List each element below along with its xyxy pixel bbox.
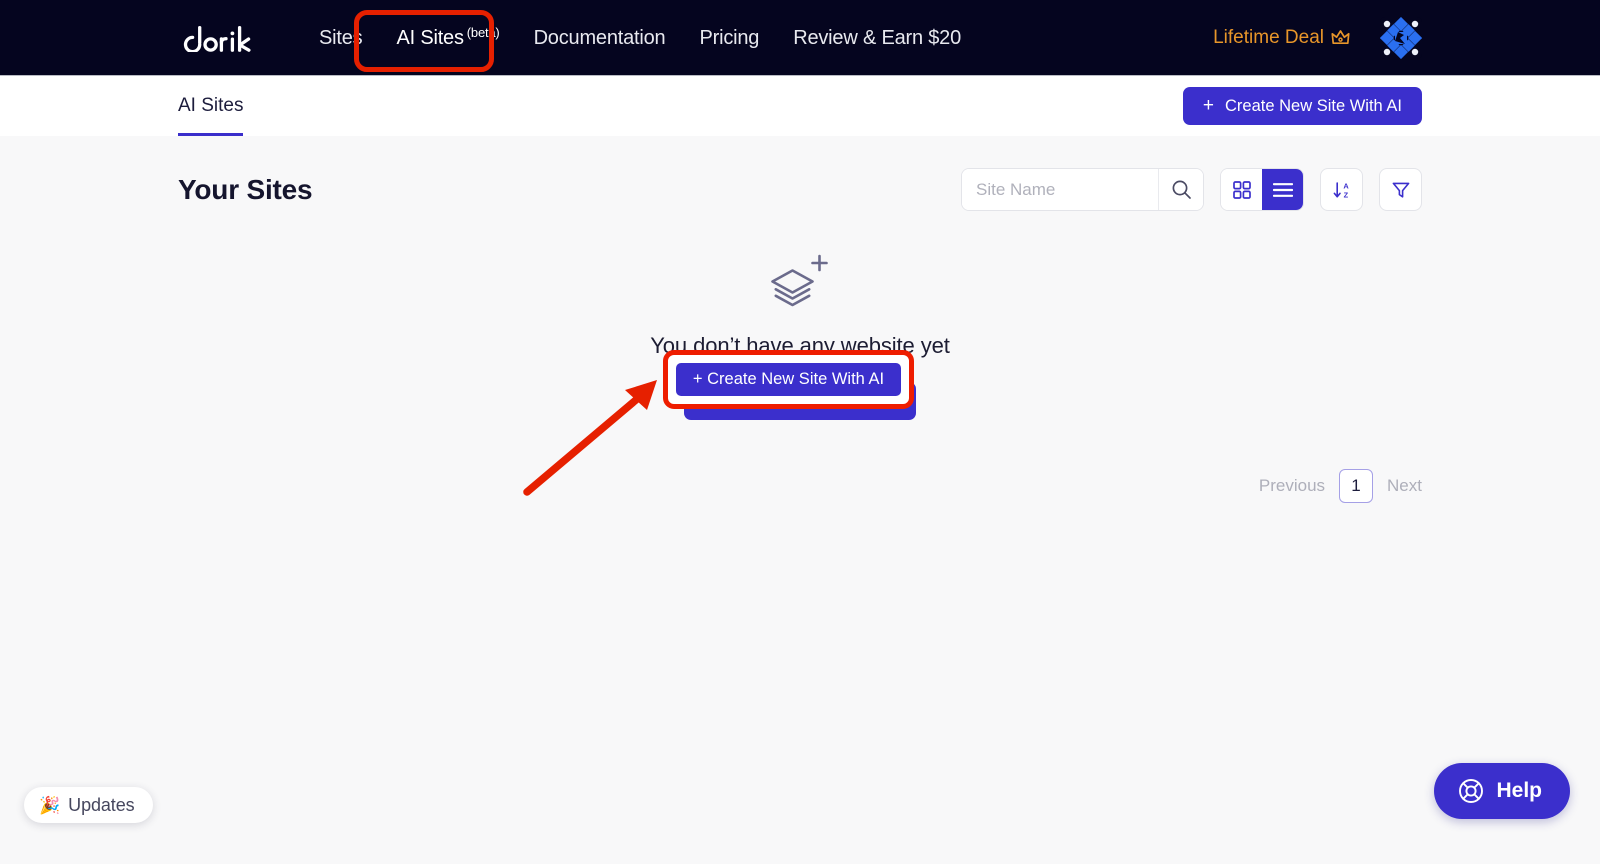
grid-view-button[interactable]	[1221, 169, 1262, 210]
nav-link-documentation-label: Documentation	[533, 26, 666, 49]
navbar-links: Sites AI Sites (beta) Documentation Pric…	[302, 0, 978, 75]
nav-link-review-earn-label: Review & Earn $20	[793, 26, 962, 49]
pagination-previous[interactable]: Previous	[1259, 476, 1325, 496]
view-toggle-group	[1220, 168, 1304, 211]
sub-header: AI Sites + Create New Site With AI	[0, 76, 1600, 136]
filter-funnel-icon	[1392, 182, 1409, 198]
create-new-site-with-ai-button-header-label: Create New Site With AI	[1225, 96, 1402, 115]
plus-icon: +	[1202, 94, 1215, 116]
avatar[interactable]	[1380, 16, 1422, 59]
create-new-site-with-ai-button-header[interactable]: + Create New Site With AI	[1182, 87, 1422, 125]
list-view-icon	[1272, 182, 1293, 197]
lifetime-deal-label: Lifetime Deal	[1213, 26, 1324, 48]
nav-link-ai-sites-beta-badge: (beta)	[466, 24, 500, 40]
empty-state-message: You don’t have any website yet	[650, 333, 950, 358]
layers-plus-icon	[771, 254, 828, 307]
svg-text:A: A	[1343, 181, 1349, 190]
crown-icon	[1331, 30, 1350, 45]
create-new-site-with-ai-button-empty-highlighted-label: + Create New Site With AI	[692, 370, 885, 388]
nav-link-review-earn[interactable]: Review & Earn $20	[776, 28, 978, 48]
filter-button[interactable]	[1379, 168, 1422, 211]
top-navbar: Sites AI Sites (beta) Documentation Pric…	[0, 0, 1600, 76]
sort-alpha-desc-icon: A Z	[1333, 181, 1349, 199]
nav-link-ai-sites[interactable]: AI Sites (beta)	[379, 24, 516, 49]
empty-state-icon-wrap	[767, 253, 833, 320]
search-icon	[1172, 180, 1191, 199]
avatar-identicon-icon	[1380, 16, 1422, 59]
search-group	[961, 168, 1204, 211]
search-button[interactable]	[1158, 169, 1203, 210]
nav-link-sites-label: Sites	[319, 26, 363, 49]
main-header-row: Your Sites Site Name A Z	[178, 136, 1422, 211]
updates-widget[interactable]: 🎉 Updates	[24, 787, 153, 823]
nav-link-pricing-label: Pricing	[699, 26, 760, 49]
main-content: Your Sites Site Name A Z You don’t have …	[0, 136, 1600, 503]
help-button-label: Help	[1496, 779, 1542, 802]
navbar-right-group: Lifetime Deal	[1213, 16, 1422, 59]
pagination-page-1-label: 1	[1351, 476, 1361, 495]
tab-ai-sites[interactable]: AI Sites	[178, 76, 244, 136]
list-view-button[interactable]	[1262, 169, 1303, 210]
dorik-logo-mark	[183, 25, 251, 52]
updates-widget-label: Updates	[68, 794, 135, 815]
nav-link-ai-sites-label: AI Sites	[396, 26, 464, 49]
dorik-logo[interactable]	[178, 24, 254, 52]
party-popper-icon: 🎉	[39, 795, 61, 815]
grid-view-icon	[1232, 180, 1251, 199]
svg-text:Z: Z	[1343, 190, 1348, 199]
pagination-page-1[interactable]: 1	[1339, 469, 1374, 503]
sites-toolbar: A Z	[961, 168, 1422, 211]
nav-link-pricing[interactable]: Pricing	[682, 28, 776, 48]
page-title: Your Sites	[178, 173, 313, 205]
help-button[interactable]: Help	[1434, 763, 1570, 819]
search-input[interactable]	[962, 169, 1158, 210]
lifebuoy-icon	[1459, 779, 1484, 803]
nav-link-sites[interactable]: Sites	[302, 28, 379, 48]
lifetime-deal-link[interactable]: Lifetime Deal	[1213, 27, 1350, 49]
tab-ai-sites-label: AI Sites	[178, 95, 244, 116]
nav-link-documentation[interactable]: Documentation	[517, 28, 683, 48]
pagination-next[interactable]: Next	[1387, 476, 1422, 496]
sort-button[interactable]: A Z	[1320, 168, 1363, 211]
pagination: Previous 1 Next	[178, 469, 1422, 503]
create-new-site-with-ai-button-empty-highlighted[interactable]: + Create New Site With AI	[676, 363, 901, 396]
